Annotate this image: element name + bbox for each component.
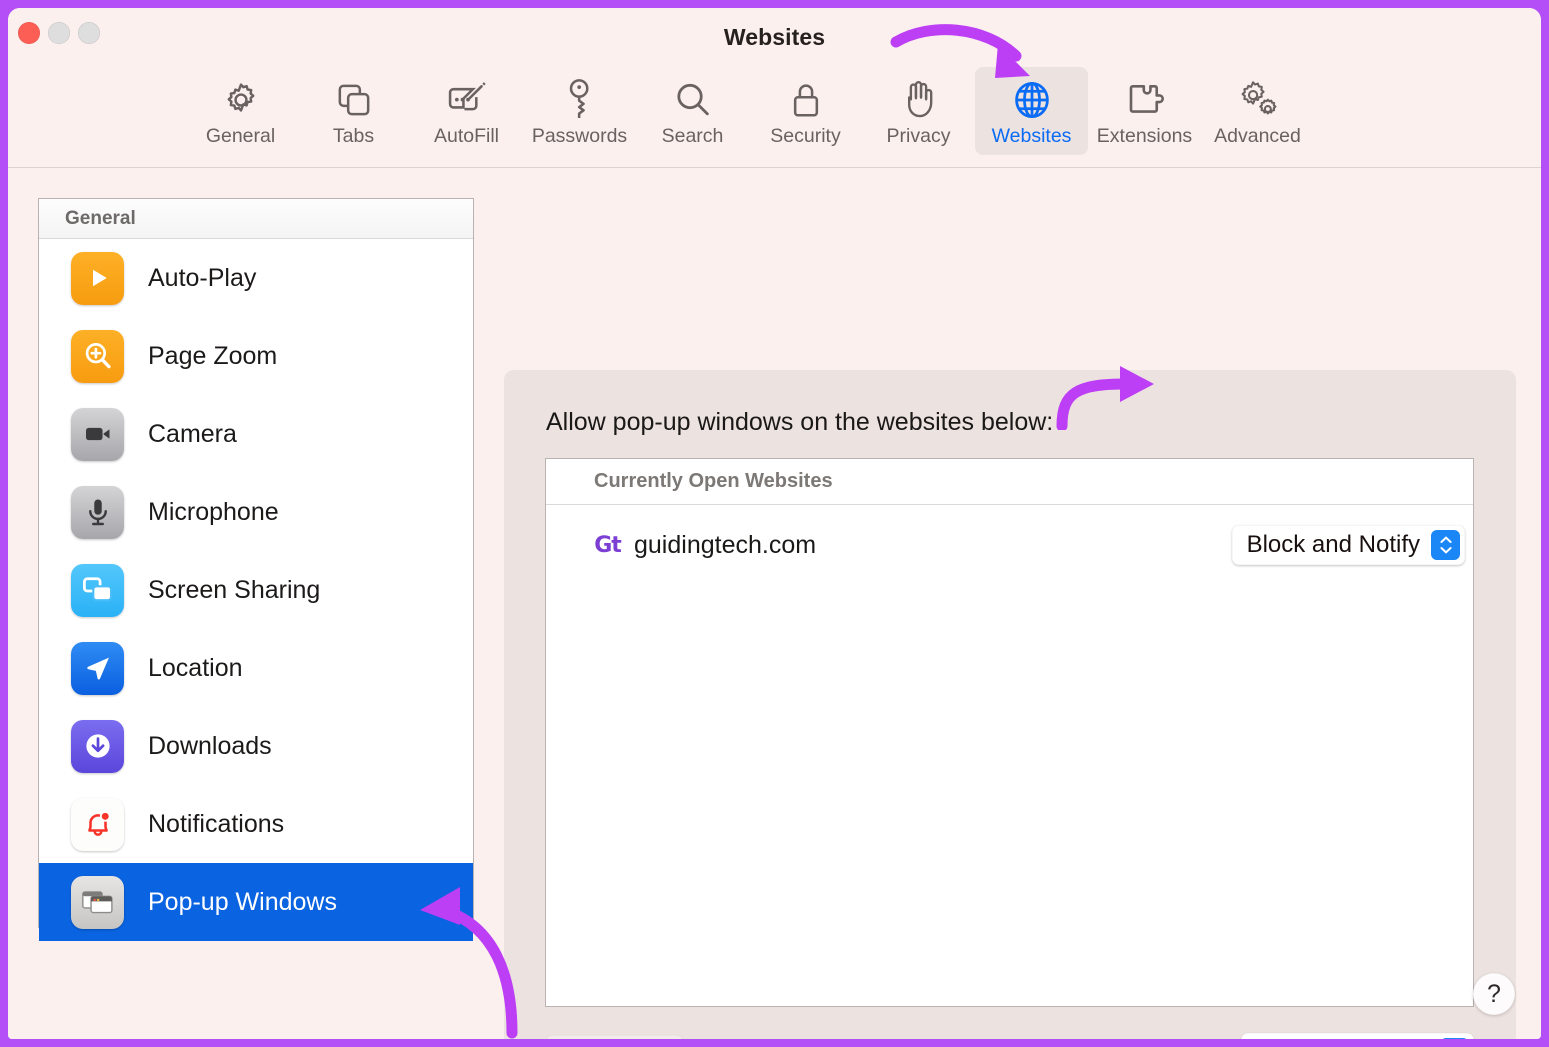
- sidebar-item-camera[interactable]: Camera: [39, 395, 473, 473]
- tab-passwords[interactable]: Passwords: [523, 67, 636, 155]
- microphone-icon: [71, 485, 124, 539]
- page-title: Websites: [723, 24, 826, 50]
- tab-security[interactable]: Security: [749, 67, 862, 155]
- tab-label: AutoFill: [433, 125, 500, 147]
- sidebar-item-downloads[interactable]: Downloads: [39, 707, 473, 785]
- lock-icon: [789, 76, 823, 123]
- tab-advanced[interactable]: Advanced: [1201, 67, 1314, 155]
- dropdown-value: Block and Notify: [1246, 531, 1420, 558]
- sidebar-list: Auto-Play Page Zoom Camera Microphone Sc…: [39, 239, 473, 941]
- websites-sidebar: General Auto-Play Page Zoom Camera Micro…: [38, 198, 474, 941]
- tab-label: Tabs: [332, 125, 375, 147]
- bell-icon: [71, 797, 124, 851]
- sidebar-item-label: Notifications: [148, 809, 285, 838]
- window-titlebar: Websites General Tabs AutoFill Passwords…: [8, 8, 1541, 168]
- sidebar-item-label: Microphone: [148, 497, 279, 526]
- gear-icon: [220, 76, 262, 123]
- stepper-chevrons-icon[interactable]: [1440, 1038, 1469, 1039]
- tab-general[interactable]: General: [184, 67, 297, 155]
- tab-privacy[interactable]: Privacy: [862, 67, 975, 155]
- pane-title: Allow pop-up windows on the websites bel…: [546, 408, 1054, 436]
- preferences-body: General Auto-Play Page Zoom Camera Micro…: [8, 168, 1541, 1039]
- other-websites-label: When visiting other websites:: [905, 1039, 1229, 1040]
- magnifier-plus-icon: [71, 329, 124, 383]
- play-icon: [71, 251, 124, 305]
- tab-label: Websites: [991, 125, 1072, 147]
- tab-label: Extensions: [1096, 125, 1193, 147]
- tab-tabs[interactable]: Tabs: [297, 67, 410, 155]
- site-domain: guidingtech.com: [634, 530, 817, 559]
- download-icon: [71, 719, 124, 773]
- tab-label: Passwords: [531, 125, 628, 147]
- question-mark-icon: ?: [1487, 979, 1501, 1008]
- tab-search[interactable]: Search: [636, 67, 749, 155]
- autofill-icon: [445, 76, 489, 123]
- sidebar-item-label: Location: [148, 653, 243, 682]
- tab-extensions[interactable]: Extensions: [1088, 67, 1201, 155]
- two-gears-icon: [1235, 76, 1281, 123]
- tab-label: Search: [661, 125, 724, 147]
- key-icon: [564, 76, 596, 123]
- other-websites-dropdown[interactable]: Block and Notify: [1240, 1033, 1474, 1039]
- sidebar-item-microphone[interactable]: Microphone: [39, 473, 473, 551]
- tab-autofill[interactable]: AutoFill: [410, 67, 523, 155]
- other-websites-row: When visiting other websites: Block and …: [905, 1033, 1474, 1039]
- search-icon: [672, 76, 714, 123]
- camera-icon: [71, 407, 124, 461]
- sidebar-item-label: Page Zoom: [148, 341, 278, 370]
- sidebar-item-label: Screen Sharing: [148, 575, 321, 604]
- tab-label: Security: [770, 125, 841, 147]
- puzzle-icon: [1124, 76, 1166, 123]
- annotation-frame: Websites General Tabs AutoFill Passwords…: [0, 0, 1549, 1047]
- sidebar-item-location[interactable]: Location: [39, 629, 473, 707]
- site-permission-dropdown[interactable]: Block and Notify: [1231, 525, 1465, 565]
- remove-button[interactable]: Remove: [545, 1035, 684, 1039]
- preferences-window: Websites General Tabs AutoFill Passwords…: [8, 8, 1541, 1039]
- sidebar-section-header: General: [39, 199, 473, 239]
- tabs-icon: [334, 76, 374, 123]
- screen-share-icon: [71, 563, 124, 617]
- sidebar-item-notifications[interactable]: Notifications: [39, 785, 473, 863]
- websites-detail-pane: Allow pop-up windows on the websites bel…: [504, 370, 1516, 1039]
- location-arrow-icon: [71, 641, 124, 695]
- sidebar-item-label: Downloads: [148, 731, 272, 760]
- sidebar-item-label: Pop-up Windows: [148, 887, 337, 916]
- table-row[interactable]: Gt guidingtech.com Block and Notify: [546, 505, 1473, 585]
- sidebar-item-auto-play[interactable]: Auto-Play: [39, 239, 473, 317]
- websites-listbox: Currently Open Websites Gt guidingtech.c…: [545, 458, 1474, 1007]
- sidebar-item-pop-up-windows[interactable]: Pop-up Windows: [39, 863, 473, 941]
- sidebar-item-label: Auto-Play: [148, 263, 257, 292]
- help-button[interactable]: ?: [1473, 973, 1515, 1015]
- tab-label: Privacy: [886, 125, 951, 147]
- tab-label: Advanced: [1214, 125, 1301, 147]
- tab-websites[interactable]: Websites: [975, 67, 1088, 155]
- preferences-toolbar: General Tabs AutoFill Passwords Search S…: [184, 67, 1314, 155]
- sidebar-item-page-zoom[interactable]: Page Zoom: [39, 317, 473, 395]
- list-column-header: Currently Open Websites: [546, 459, 1473, 505]
- sidebar-item-label: Camera: [148, 419, 237, 448]
- sidebar-item-screen-sharing[interactable]: Screen Sharing: [39, 551, 473, 629]
- stepper-chevrons-icon[interactable]: [1431, 530, 1460, 560]
- globe-icon: [1010, 76, 1054, 123]
- hand-icon: [900, 76, 938, 123]
- tab-label: General: [205, 125, 276, 147]
- popup-windows-icon: [71, 875, 124, 929]
- guidingtech-favicon: Gt: [594, 532, 622, 558]
